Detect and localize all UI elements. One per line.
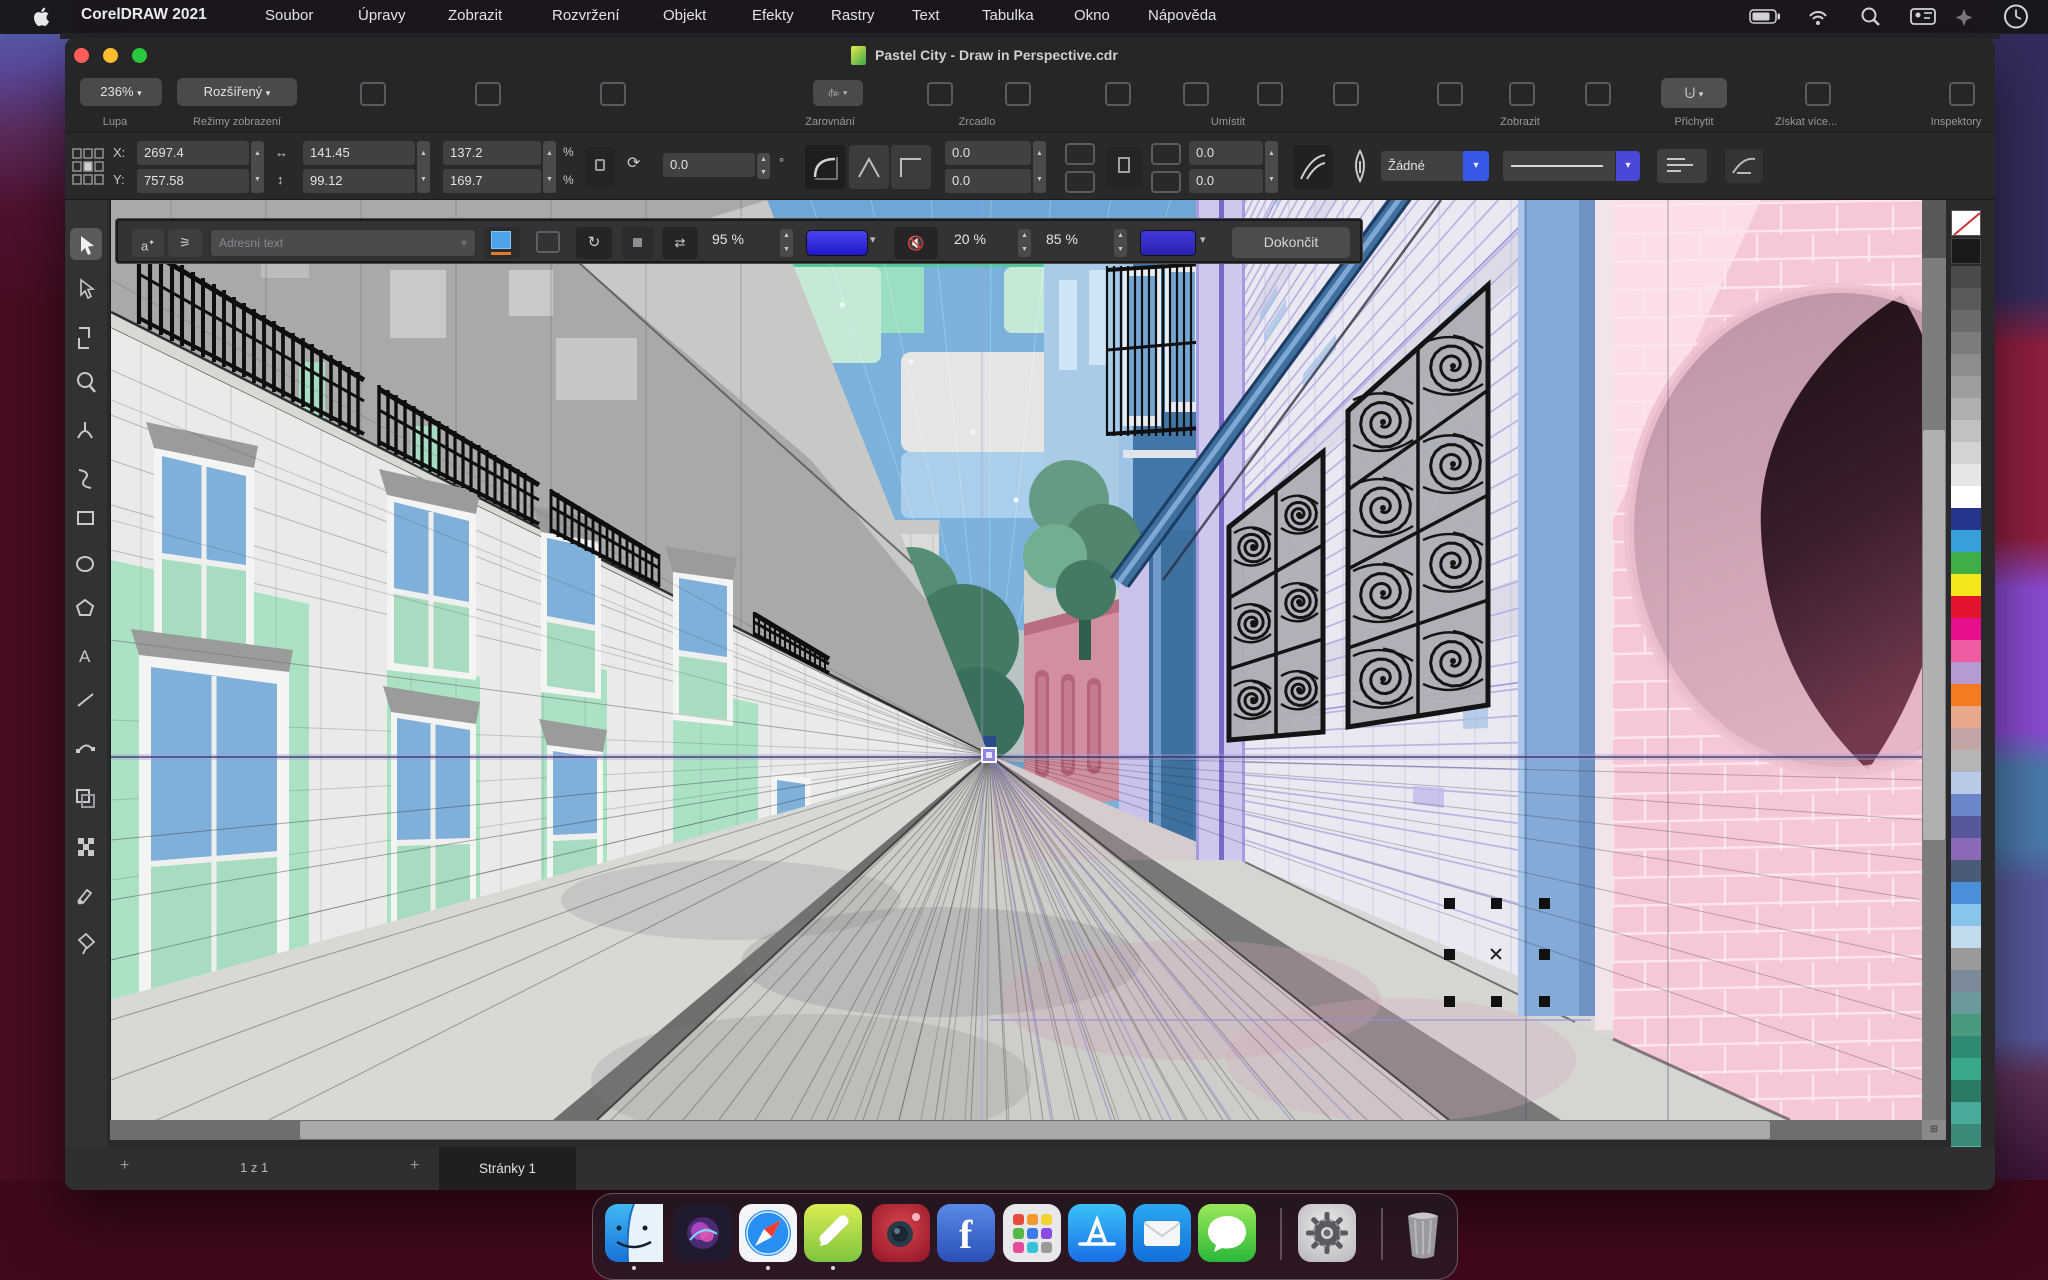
svg-text:A: A	[79, 647, 91, 666]
svg-text:f: f	[959, 1212, 973, 1257]
